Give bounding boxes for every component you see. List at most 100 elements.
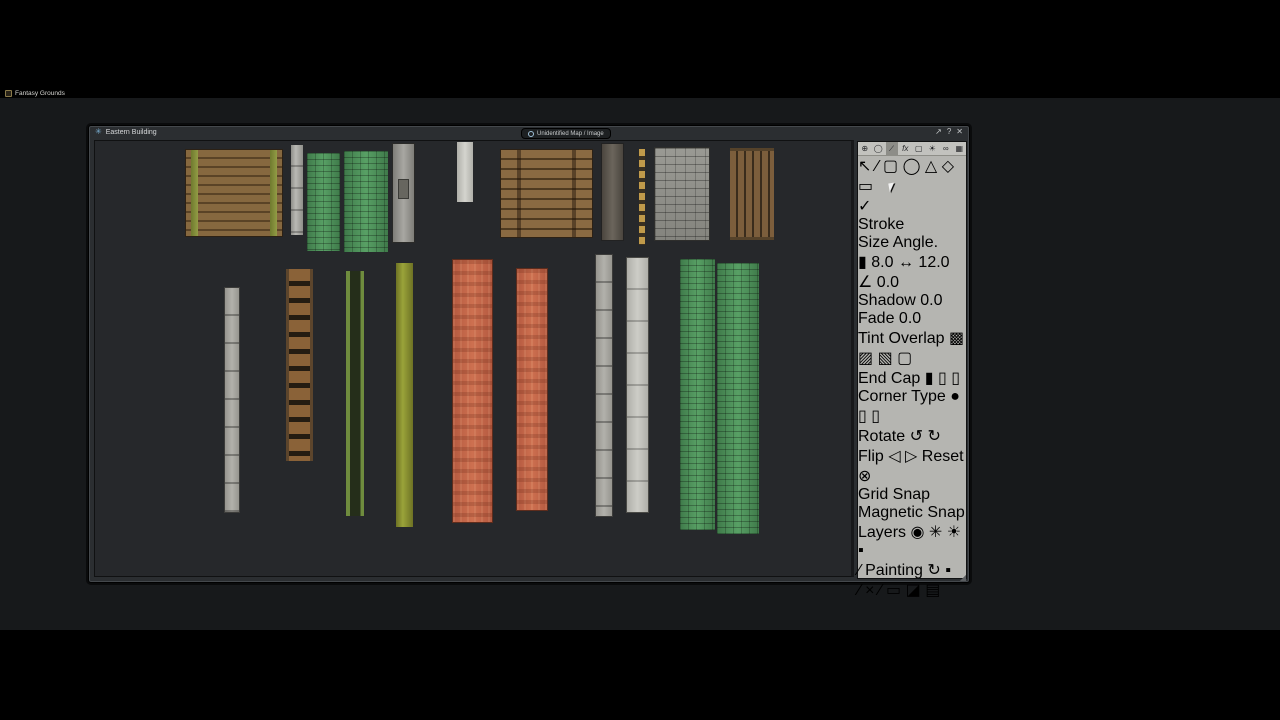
stage: Fantasy Grounds ✳ Eastern Building Unide… <box>0 0 1280 720</box>
end-cap-icon[interactable]: ▯ <box>951 370 960 387</box>
tab-portraits[interactable]: Portraits <box>55 38 115 55</box>
tab-tokens[interactable]: Tokens <box>0 38 51 55</box>
size-label: Size <box>858 234 889 251</box>
close-icon[interactable]: ✕ <box>13 20 26 37</box>
texture-strip-green-column <box>680 259 715 530</box>
resize-icon[interactable]: ↗ <box>935 127 942 136</box>
items-icon: ◆ <box>0 688 12 705</box>
texture-strip-green-roof <box>307 153 340 251</box>
tag-icon[interactable]: ◪ <box>906 582 921 599</box>
sun-icon[interactable]: ☀ <box>947 524 961 541</box>
corner-type-icon[interactable]: ▯ <box>858 408 867 425</box>
pencil-tool-icon[interactable]: ∕ <box>886 142 898 155</box>
sidebar-item-items[interactable]: ◆Items <box>0 686 1280 706</box>
pencil-add-icon[interactable]: ∕ <box>858 582 861 599</box>
triangle-tool-icon[interactable]: △ <box>925 158 937 175</box>
paint-tool-panel: ⊕ ◯ ∕ fx ▢ ☀ ∞ ▦ ↖ ∕ ▢ ◯ △ ◇ ▭ <box>857 141 967 579</box>
rotate-cw-icon[interactable]: ↻ <box>927 428 940 445</box>
end-cap-icon[interactable]: ▯ <box>938 370 947 387</box>
folder-up-icon[interactable]: ▲ <box>0 56 16 73</box>
eye-icon[interactable]: ◉ <box>910 524 924 541</box>
help-icon[interactable]: ? <box>947 127 951 136</box>
help-icon[interactable]: ? <box>0 20 9 37</box>
lock-icon[interactable]: ▪ <box>858 542 864 559</box>
refresh-icon[interactable]: ↻ <box>927 562 940 579</box>
circle-tool-icon[interactable]: ◯ <box>903 158 921 175</box>
map-window-titlebar[interactable]: ✳ Eastern Building <box>95 128 157 136</box>
texture-strip-stone <box>224 287 240 513</box>
texture-strip-gray <box>291 145 303 235</box>
pencil-delete-icon[interactable]: × <box>865 582 874 599</box>
select-tool-icon[interactable]: ▢ <box>913 142 925 155</box>
overlap-icon[interactable]: ▨ <box>858 350 873 367</box>
end-cap-icon[interactable]: ▮ <box>925 370 934 387</box>
grid-snap-label: Grid Snap <box>858 486 930 503</box>
overlap-icon[interactable]: ▧ <box>878 350 893 367</box>
texture-strip-scorched <box>516 268 548 511</box>
close-icon[interactable]: ✕ <box>956 127 963 136</box>
grid-tool-icon[interactable]: ▦ <box>953 142 965 155</box>
fade-field[interactable]: 0.0 <box>899 310 921 327</box>
stroke-checkbox[interactable]: ✓ <box>858 198 871 215</box>
mouse-cursor <box>888 183 895 193</box>
texture-strip-stone <box>595 254 613 517</box>
magnetic-snap-label: Magnetic Snap <box>858 504 965 521</box>
flip-left-icon[interactable]: ◁ <box>888 448 900 465</box>
window-resize-grip[interactable]: ◢ <box>960 573 966 582</box>
rotate-ccw-icon[interactable]: ↺ <box>910 428 923 445</box>
texture-strip-scorched-wide <box>452 259 493 523</box>
flip-right-icon[interactable]: ▷ <box>905 448 917 465</box>
stamp-tool-icon[interactable]: ▭ <box>858 178 873 195</box>
bridge-rail <box>270 150 277 236</box>
lock-icon[interactable]: ▪ <box>945 562 951 579</box>
sidebar-header-campaign[interactable]: ▼ Campaign <box>0 628 1280 646</box>
corner-type-icon[interactable]: ▯ <box>871 408 880 425</box>
sidebar-item-images[interactable]: ▣Images <box>0 666 1280 686</box>
reset-icon[interactable]: ⊗ <box>858 468 871 485</box>
stroke-toggles: ✓ <box>858 196 966 216</box>
map-window-icon: ✳ <box>95 128 102 136</box>
shadow-label: Shadow <box>858 292 916 309</box>
lasso-tool-icon[interactable]: ◯ <box>872 142 884 155</box>
overlap-icon[interactable]: ▢ <box>897 350 912 367</box>
overlap-icon[interactable]: ▩ <box>949 330 964 347</box>
texture-strip-wood-roof <box>730 148 774 240</box>
draw-tool-icon[interactable]: ∕ <box>876 158 879 175</box>
asset-cell[interactable]: Bridge_brush. <box>0 74 1280 92</box>
pencil-icon: ∕ <box>858 562 861 579</box>
stroke-label: Stroke <box>858 216 966 234</box>
layer-row[interactable]: ∕ Painting ↻ ▪ <box>858 560 966 580</box>
flip-label: Flip <box>858 448 884 465</box>
folder-icon[interactable]: ▭ <box>886 582 901 599</box>
size-field[interactable]: 8.0 <box>871 254 893 271</box>
light-tool-icon[interactable]: ☀ <box>926 142 938 155</box>
rect-tool-icon[interactable]: ▢ <box>883 158 898 175</box>
shadow-field[interactable]: 0.0 <box>920 292 942 309</box>
pencil-edit-icon[interactable]: ∕ <box>879 582 882 599</box>
eraser-tool-icon[interactable]: ◇ <box>942 158 954 175</box>
map-canvas[interactable] <box>94 140 854 577</box>
size2-field[interactable]: 12.0 <box>918 254 949 271</box>
sidebar-item-encounters[interactable]: ⚔Encounters <box>0 646 1280 666</box>
module-crumb[interactable]: FG Eastern Buildings M <box>20 56 189 73</box>
assets-window-title[interactable]: Assets <box>0 0 1280 18</box>
tab-all[interactable]: All <box>175 38 193 55</box>
fx-tool-icon[interactable]: fx <box>899 142 911 155</box>
tool-mode-row: ⊕ ◯ ∕ fx ▢ ☀ ∞ ▦ <box>858 142 966 156</box>
snowflake-icon[interactable]: ✳ <box>929 524 942 541</box>
globe-tool-icon[interactable]: ⊕ <box>859 142 871 155</box>
cursor-tool-icon[interactable]: ↖ <box>858 158 871 175</box>
angle-field[interactable]: 0.0 <box>877 274 899 291</box>
bridge-rail <box>191 150 198 236</box>
sidebar-item-label: NPCs <box>14 708 56 720</box>
panel-bottom-toolbar: ∕ × ∕ ▭ ◪ ▤ <box>858 580 966 600</box>
folder-crumb[interactable]: Brushes <box>194 56 253 73</box>
sidebar-item-npcs[interactable]: ☠NPCs <box>0 706 1280 720</box>
book-icon[interactable]: ▤ <box>925 582 940 599</box>
map-tab[interactable]: Unidentified Map / Image <box>521 128 611 139</box>
texture-strip-rope <box>639 149 645 245</box>
link-tool-icon[interactable]: ∞ <box>940 142 952 155</box>
overlap-label: Overlap <box>889 330 945 347</box>
tab-images[interactable]: Images <box>119 38 171 55</box>
corner-type-icon[interactable]: ● <box>950 388 960 405</box>
